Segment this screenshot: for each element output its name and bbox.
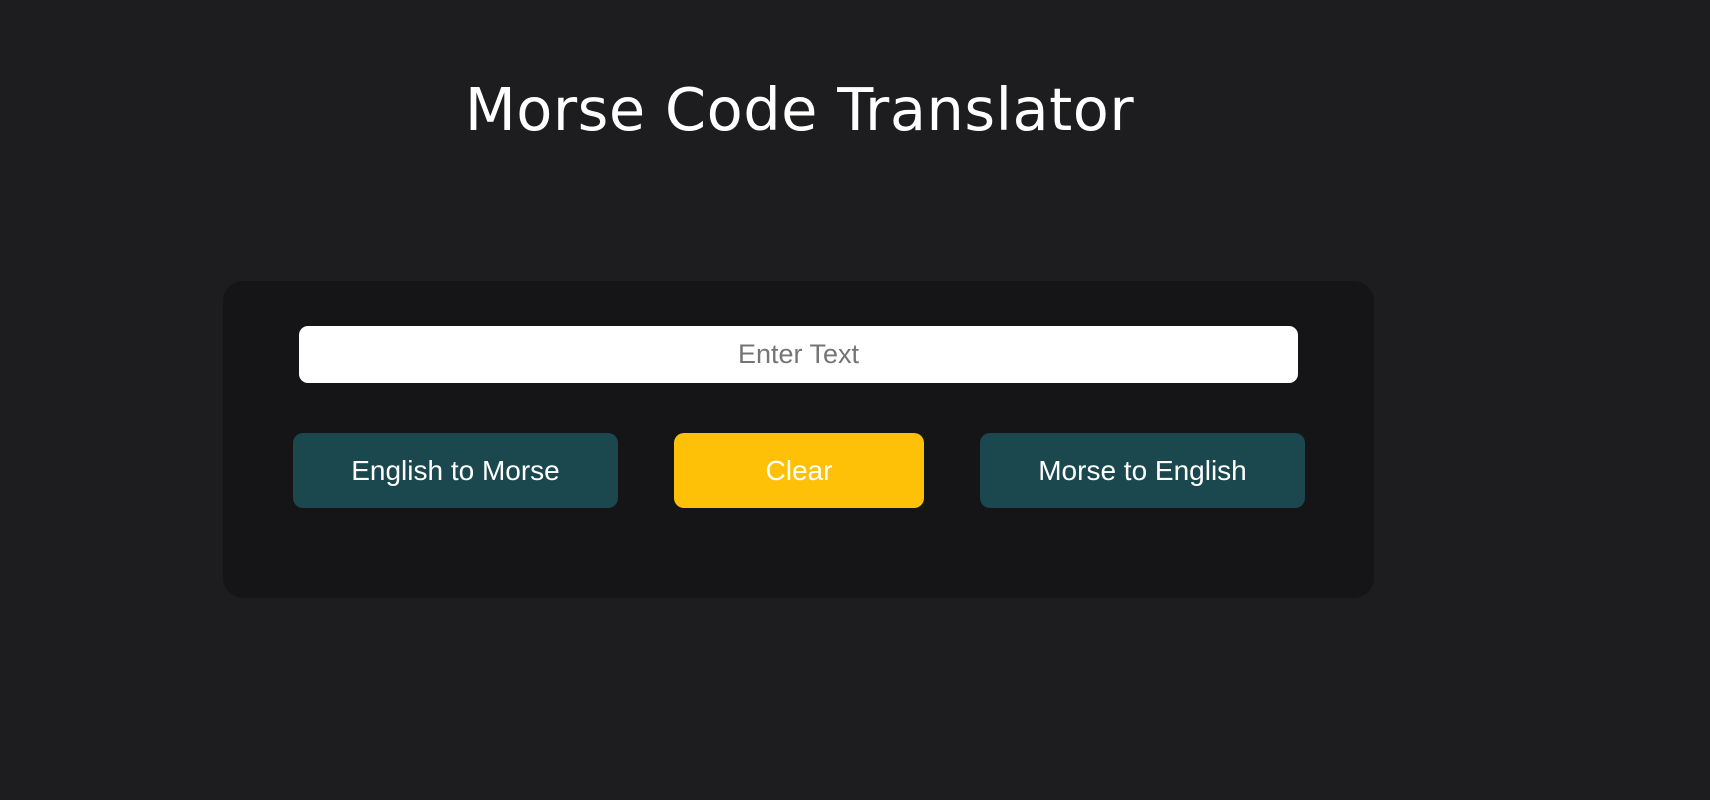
english-to-morse-button[interactable]: English to Morse bbox=[293, 433, 618, 508]
translator-panel: English to Morse Clear Morse to English bbox=[223, 281, 1374, 598]
page: Morse Code Translator English to Morse C… bbox=[0, 0, 1710, 800]
page-title: Morse Code Translator bbox=[464, 75, 1135, 144]
morse-to-english-button[interactable]: Morse to English bbox=[980, 433, 1305, 508]
clear-button[interactable]: Clear bbox=[674, 433, 924, 508]
text-input[interactable] bbox=[299, 326, 1298, 383]
